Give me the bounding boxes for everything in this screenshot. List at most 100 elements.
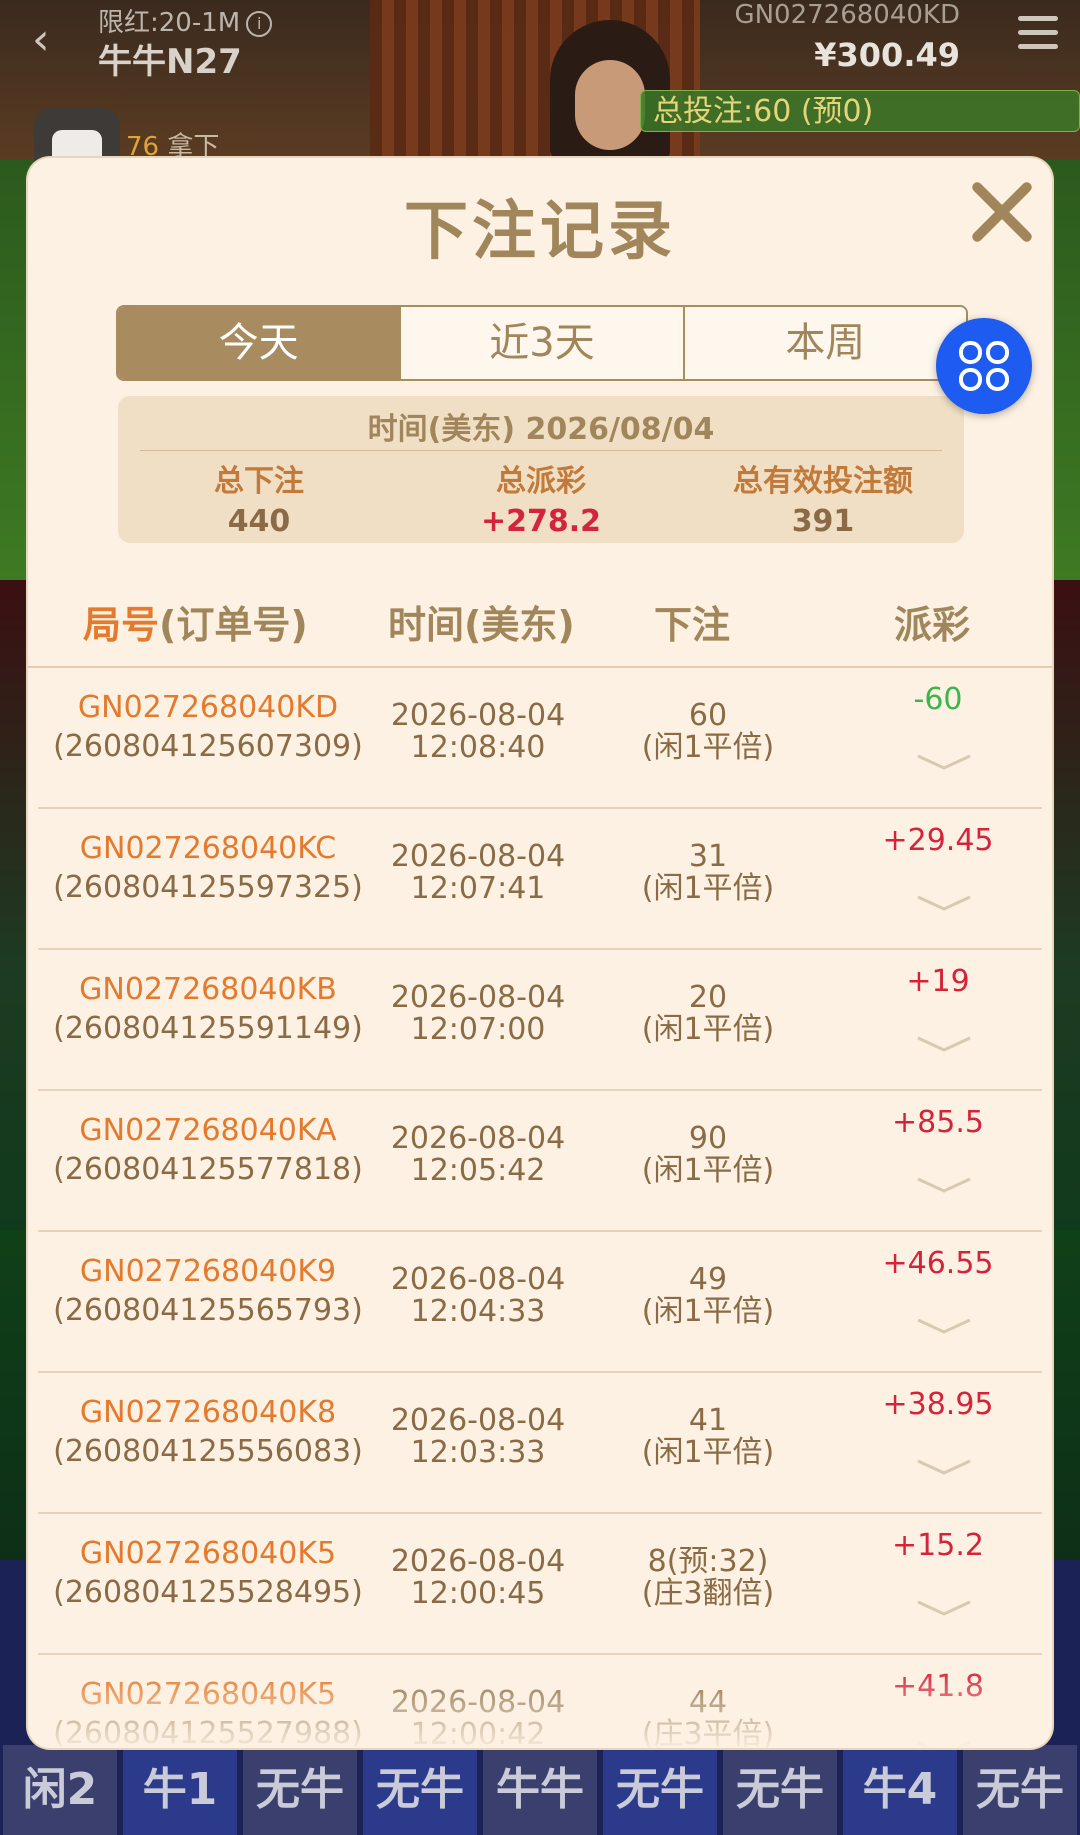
bet-amount: 49 [688, 1262, 728, 1297]
road-cell: 无牛 [603, 1745, 717, 1835]
round-id: GN027268040K9 [79, 1254, 337, 1289]
bet-type: (闲1平倍) [641, 1294, 775, 1329]
record-id-cell: GN027268040K8 (260804125556083) [38, 1395, 378, 1469]
close-icon[interactable] [966, 176, 1038, 248]
road-cell: 无牛 [243, 1745, 357, 1835]
bet-record-row[interactable]: GN027268040KD (260804125607309) 2026-08-04… [38, 668, 1042, 809]
record-date: 2026-08-04 [390, 1121, 566, 1156]
chevron-left-icon[interactable]: ‹ [32, 18, 68, 62]
road-cell: 牛1 [123, 1745, 237, 1835]
bet-record-row[interactable]: GN027268040KC (260804125597325) 2026-08-04… [38, 809, 1042, 950]
road-cell: 无牛 [723, 1745, 837, 1835]
record-time: 12:00:45 [410, 1576, 546, 1611]
summary-valid-bet: 总有效投注额 391 [733, 464, 913, 539]
round-id: GN027268040KA [79, 1113, 337, 1148]
order-id: (260804125597325) [53, 870, 363, 905]
bet-type: (庄3翻倍) [641, 1576, 775, 1611]
float-menu-button[interactable] [936, 318, 1032, 414]
chevron-down-icon[interactable] [914, 891, 974, 915]
order-id: (260804125528495) [53, 1575, 363, 1610]
chevron-down-icon[interactable] [914, 1596, 974, 1620]
bet-record-row[interactable]: GN027268040KB (260804125591149) 2026-08-04… [38, 950, 1042, 1091]
bet-type: (闲1平倍) [641, 730, 775, 765]
road-cell: 闲2 [3, 1745, 117, 1835]
grid-icon [959, 341, 1009, 391]
bet-type: (闲1平倍) [641, 1012, 775, 1047]
payout-value: +19 [906, 964, 970, 999]
round-id: GN027268040KB [79, 972, 337, 1007]
summary-total-bet: 总下注 440 [214, 464, 304, 539]
tab-3-days[interactable]: 近3天 [399, 307, 683, 379]
round-id: GN027268040KD [734, 0, 960, 30]
round-id: GN027268040KC [79, 831, 337, 866]
record-bet-cell: 41 (闲1平倍) [618, 1405, 798, 1469]
record-time: 12:08:40 [410, 730, 546, 765]
column-header-id: 局号(订单号) [83, 603, 308, 647]
payout-value: +85.5 [892, 1105, 984, 1140]
record-date: 2026-08-04 [390, 1544, 566, 1579]
record-id-cell: GN027268040KD (260804125607309) [38, 690, 378, 764]
chevron-down-icon[interactable] [914, 1173, 974, 1197]
bet-record-row[interactable]: GN027268040K8 (260804125556083) 2026-08-04… [38, 1373, 1042, 1514]
bet-history-modal: 下注记录 今天 近3天 本周 时间(美东) 2026/08/04 总下注 440… [28, 158, 1052, 1748]
record-id-cell: GN027268040KA (260804125577818) [38, 1113, 378, 1187]
bet-record-list: GN027268040KD (260804125607309) 2026-08-04… [28, 668, 1052, 1748]
bet-amount: 8(预:32) [647, 1544, 769, 1579]
road-cells: 闲2 牛1 无牛 无牛 牛牛 无牛 无牛 牛4 无牛 [0, 1745, 1080, 1835]
order-id: (260804125565793) [53, 1293, 363, 1328]
date-tabs: 今天 近3天 本周 [116, 305, 968, 381]
record-time: 12:07:00 [410, 1012, 546, 1047]
payout-value: +38.95 [882, 1387, 994, 1422]
record-bet-cell: 8(预:32) (庄3翻倍) [618, 1546, 798, 1610]
payout-value: +15.2 [892, 1528, 984, 1563]
balance: ¥300.49 [814, 36, 960, 74]
road-cell: 无牛 [363, 1745, 477, 1835]
tab-this-week[interactable]: 本周 [682, 307, 966, 379]
record-id-cell: GN027268040KB (260804125591149) [38, 972, 378, 1046]
record-time: 12:04:33 [410, 1294, 546, 1329]
record-id-cell: GN027268040K9 (260804125565793) [38, 1254, 378, 1328]
chevron-down-icon[interactable] [914, 1032, 974, 1056]
chevron-down-icon[interactable] [914, 750, 974, 774]
bet-type: (闲1平倍) [641, 1435, 775, 1470]
record-time-cell: 2026-08-04 12:05:42 [378, 1123, 578, 1187]
road-cell: 牛4 [843, 1745, 957, 1835]
record-date: 2026-08-04 [390, 698, 566, 733]
column-header-bet: 下注 [654, 603, 731, 647]
summary-total-payout: 总派彩 +278.2 [480, 464, 602, 539]
record-bet-cell: 20 (闲1平倍) [618, 982, 798, 1046]
round-id: GN027268040KD [77, 690, 339, 725]
record-time-cell: 2026-08-04 12:00:45 [378, 1546, 578, 1610]
top-bar: ‹ 限红:20-1M i 牛牛N27 GN027268040KD ¥300.49 [0, 0, 1080, 100]
table-header: 局号(订单号) 时间(美东) 下注 派彩 [28, 588, 1052, 668]
total-bet-pill: 总投注:60 (预0) [640, 90, 1080, 132]
chevron-down-icon[interactable] [914, 1314, 974, 1338]
round-id: GN027268040K8 [79, 1395, 337, 1430]
info-icon[interactable]: i [246, 10, 273, 37]
record-id-cell: GN027268040KC (260804125597325) [38, 831, 378, 905]
bet-amount: 20 [688, 980, 728, 1015]
bet-type: (闲1平倍) [641, 871, 775, 906]
record-bet-cell: 60 (闲1平倍) [618, 700, 798, 764]
hamburger-icon[interactable] [1018, 16, 1058, 56]
record-time-cell: 2026-08-04 12:07:00 [378, 982, 578, 1046]
column-header-time: 时间(美东) [388, 603, 575, 647]
room-name: 牛牛N27 [98, 42, 242, 82]
order-id: (260804125591149) [53, 1011, 363, 1046]
bet-record-row[interactable]: GN027268040K9 (260804125565793) 2026-08-04… [38, 1232, 1042, 1373]
bet-record-row[interactable]: GN027268040KA (260804125577818) 2026-08-04… [38, 1091, 1042, 1232]
record-date: 2026-08-04 [390, 1403, 566, 1438]
order-id: (260804125556083) [53, 1434, 363, 1469]
record-time: 12:05:42 [410, 1153, 546, 1188]
tab-today[interactable]: 今天 [118, 307, 400, 379]
round-id: GN027268040K5 [79, 1536, 337, 1571]
record-date: 2026-08-04 [390, 839, 566, 874]
bet-amount: 41 [688, 1403, 728, 1438]
bet-record-row[interactable]: GN027268040K5 (260804125528495) 2026-08-04… [38, 1514, 1042, 1655]
order-id: (260804125607309) [53, 729, 363, 764]
summary-date: 时间(美东) 2026/08/04 [367, 412, 715, 447]
record-time-cell: 2026-08-04 12:04:33 [378, 1264, 578, 1328]
order-id: (260804125577818) [53, 1152, 363, 1187]
record-id-cell: GN027268040K5 (260804125528495) [38, 1536, 378, 1610]
chevron-down-icon[interactable] [914, 1455, 974, 1479]
